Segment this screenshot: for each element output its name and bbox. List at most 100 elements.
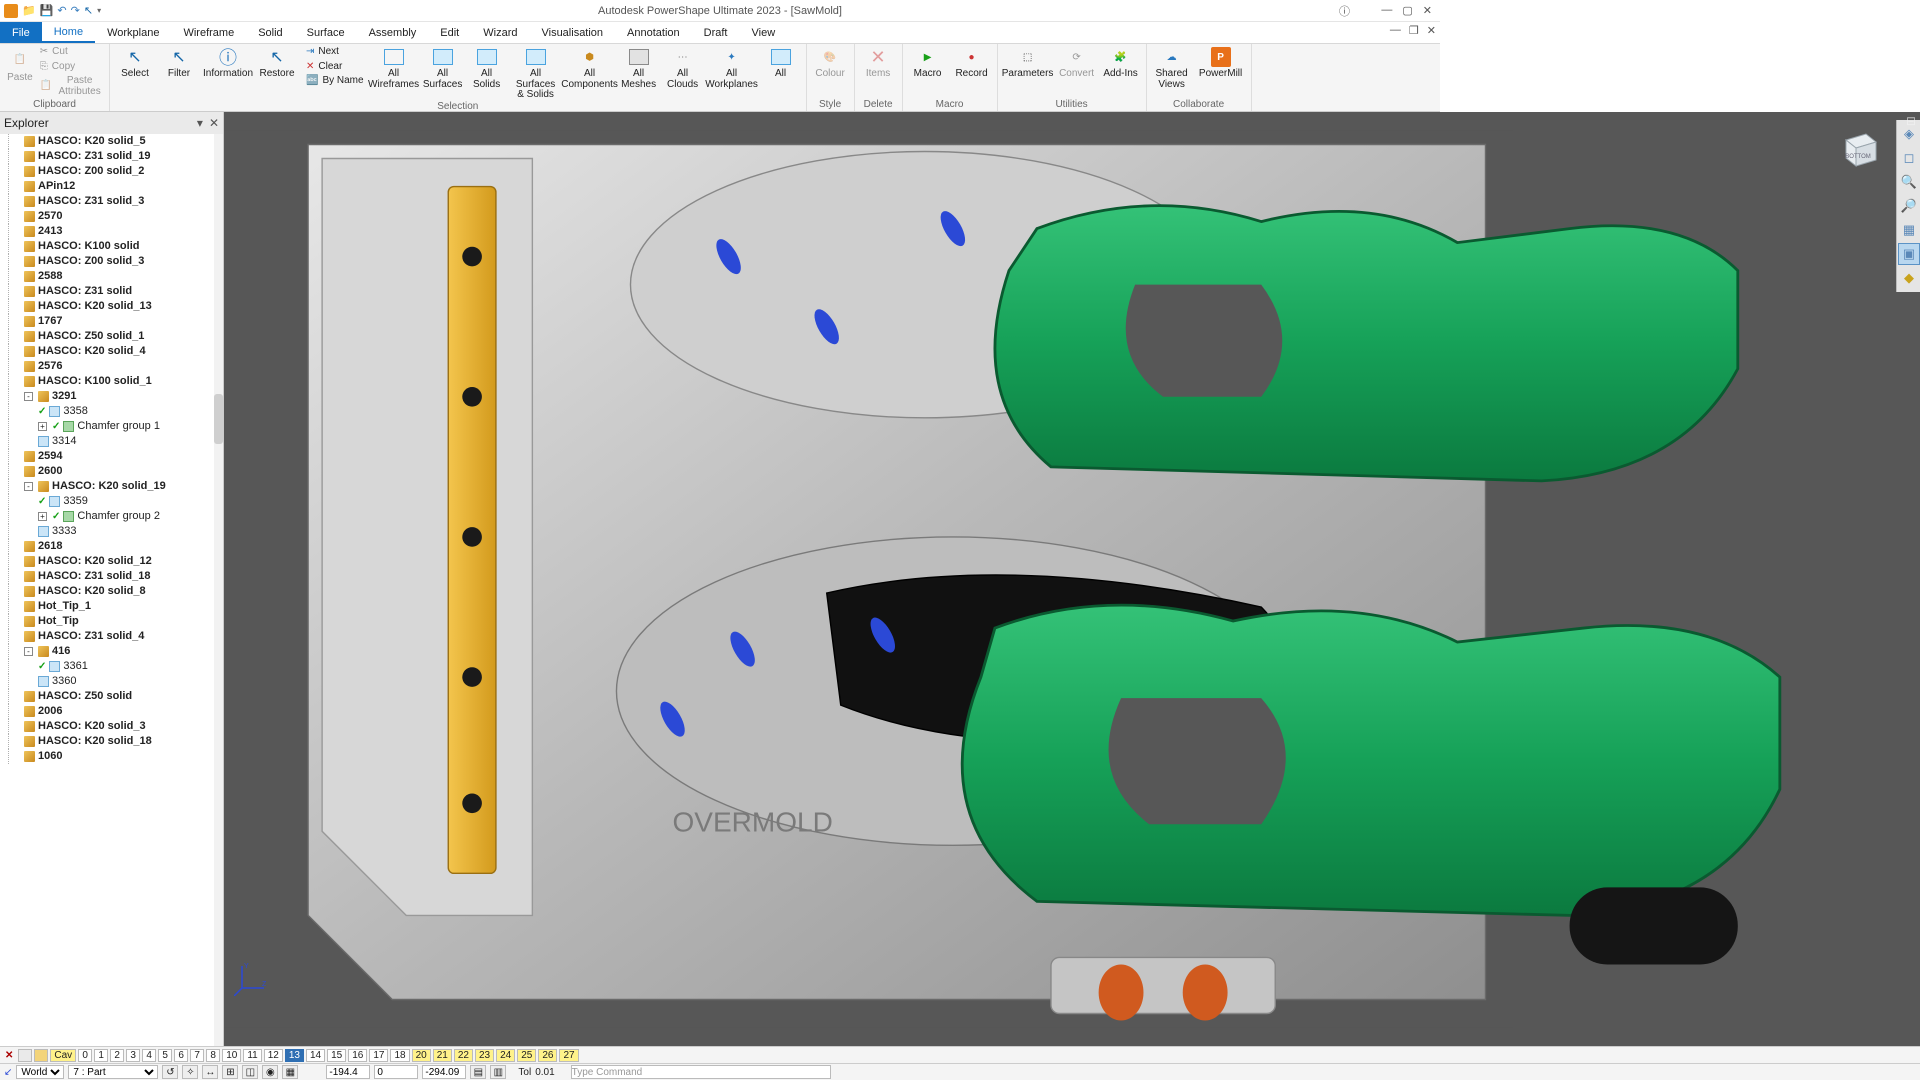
layer-11[interactable]: 11 (243, 1049, 261, 1062)
layer-23[interactable]: 23 (475, 1049, 494, 1062)
addins-button[interactable]: 🧩Add-Ins (1102, 46, 1140, 80)
layer-6[interactable]: 6 (174, 1049, 188, 1062)
scrollbar-track[interactable] (214, 134, 223, 1046)
sb-btn5[interactable]: ◫ (242, 1065, 258, 1079)
tree-item[interactable]: 2576 (24, 359, 213, 374)
coord-y-input[interactable] (374, 1065, 418, 1079)
tree-item[interactable]: HASCO: Z31 solid_3 (24, 194, 213, 209)
all-components-button[interactable]: ⬢All Components (566, 46, 614, 90)
tree-item[interactable]: -HASCO: K20 solid_19 (24, 479, 213, 494)
tab-wireframe[interactable]: Wireframe (171, 22, 246, 43)
all-meshes-button[interactable]: All Meshes (620, 46, 658, 90)
restore-button[interactable]: ↖Restore (258, 46, 296, 80)
copy-button[interactable]: ⎘Copy (40, 61, 103, 74)
tree-item[interactable]: HASCO: K100 solid (24, 239, 213, 254)
tree-item[interactable]: 2413 (24, 224, 213, 239)
tree-item[interactable]: HASCO: K20 solid_8 (24, 584, 213, 599)
layer-22[interactable]: 22 (454, 1049, 473, 1062)
all-surf-solids-button[interactable]: All Surfaces & Solids (512, 46, 560, 101)
paste-attributes-button[interactable]: 📋Paste Attributes (40, 75, 103, 98)
tab-home[interactable]: Home (42, 22, 95, 43)
principal-select[interactable]: 7 : Part (68, 1065, 158, 1079)
layer-16[interactable]: 16 (348, 1049, 367, 1062)
panel-close-icon[interactable]: ✕ (209, 116, 219, 130)
all-workplanes-button[interactable]: ✦All Workplanes (708, 46, 756, 90)
viewcube[interactable]: BOTTOM (1836, 126, 1880, 170)
select-button[interactable]: ↖Select (116, 46, 154, 80)
tree-item[interactable]: -3291 (24, 389, 213, 404)
next-button[interactable]: ⇥Next (306, 46, 364, 59)
tab-wizard[interactable]: Wizard (471, 22, 529, 43)
qat-dropdown-icon[interactable]: ▾ (97, 6, 101, 15)
viewport-3d[interactable]: ⊟ (224, 112, 1920, 1046)
layer-7[interactable]: 7 (190, 1049, 204, 1062)
filter-button[interactable]: ↖Filter (160, 46, 198, 80)
clear-button[interactable]: ✕Clear (306, 61, 364, 74)
expand-icon[interactable]: + (38, 512, 47, 521)
tree-item[interactable]: +✓Chamfer group 2 (38, 509, 213, 524)
close-button[interactable]: ✕ (1423, 4, 1432, 17)
tree-item[interactable]: HASCO: K20 solid_5 (24, 134, 213, 149)
layer-12[interactable]: 12 (264, 1049, 283, 1062)
tree-item[interactable]: 1767 (24, 314, 213, 329)
tree-item[interactable]: -416 (24, 644, 213, 659)
layer-15[interactable]: 15 (327, 1049, 346, 1062)
collapse-icon[interactable]: - (24, 482, 33, 491)
tree-item[interactable]: HASCO: Z31 solid (24, 284, 213, 299)
all-solids-button[interactable]: All Solids (468, 46, 506, 90)
sb-btn2[interactable]: ✧ (182, 1065, 198, 1079)
sb-snap-icon[interactable]: ◉ (262, 1065, 278, 1079)
layer-24[interactable]: 24 (496, 1049, 515, 1062)
layer-13[interactable]: 13 (285, 1049, 304, 1062)
tree-item[interactable]: HASCO: K20 solid_3 (24, 719, 213, 734)
qat-save-icon[interactable]: 💾 (40, 4, 54, 17)
sb-btn3[interactable]: ↔ (202, 1065, 218, 1079)
wireframe-mode-icon[interactable]: ▦ (1899, 220, 1919, 240)
scrollbar-thumb[interactable] (214, 394, 223, 444)
layer-10[interactable]: 10 (222, 1049, 241, 1062)
tree-item[interactable]: 2618 (24, 539, 213, 554)
layer-3[interactable]: 3 (126, 1049, 140, 1062)
command-input[interactable] (571, 1065, 831, 1079)
tree-item[interactable]: 3314 (38, 434, 213, 449)
view-cube-icon[interactable]: ◻ (1899, 148, 1919, 168)
shaded-mode-icon[interactable]: ▣ (1899, 244, 1919, 264)
sb-btn1[interactable]: ↺ (162, 1065, 178, 1079)
powermill-button[interactable]: PPowerMill (1197, 46, 1245, 80)
layer-1[interactable]: 1 (94, 1049, 108, 1062)
layer-2[interactable]: 2 (110, 1049, 124, 1062)
mdi-close-icon[interactable]: ✕ (1427, 24, 1436, 37)
tree-item[interactable]: HASCO: Z31 solid_18 (24, 569, 213, 584)
paste-button[interactable]: 📋Paste (6, 46, 34, 84)
layer-close-icon[interactable]: ✕ (2, 1050, 16, 1061)
tree-item[interactable]: HASCO: K20 solid_12 (24, 554, 213, 569)
tree-item[interactable]: 2594 (24, 449, 213, 464)
tree-item[interactable]: 2006 (24, 704, 213, 719)
colour-button[interactable]: 🎨Colour (813, 46, 848, 80)
tree-item[interactable]: ✓3358 (38, 404, 213, 419)
by-name-button[interactable]: 🔤By Name (306, 75, 364, 88)
layer-20[interactable]: 20 (412, 1049, 431, 1062)
layer-18[interactable]: 18 (390, 1049, 409, 1062)
coord-x-input[interactable] (326, 1065, 370, 1079)
layer-8[interactable]: 8 (206, 1049, 220, 1062)
mdi-restore-icon[interactable]: ❐ (1409, 24, 1419, 37)
zoom-icon[interactable]: 🔎 (1899, 196, 1919, 216)
tree-item[interactable]: HASCO: K20 solid_4 (24, 344, 213, 359)
tab-edit[interactable]: Edit (428, 22, 471, 43)
tab-assembly[interactable]: Assembly (357, 22, 429, 43)
information-button[interactable]: ⓘInformation (204, 46, 252, 80)
layer-tool1-icon[interactable] (18, 1049, 32, 1062)
tree-item[interactable]: HASCO: Z50 solid_1 (24, 329, 213, 344)
layer-17[interactable]: 17 (369, 1049, 388, 1062)
qat-redo-icon[interactable]: ↷ (71, 4, 80, 17)
tree-item[interactable]: HASCO: Z31 solid_4 (24, 629, 213, 644)
layer-26[interactable]: 26 (538, 1049, 557, 1062)
layer-21[interactable]: 21 (433, 1049, 452, 1062)
qat-undo-icon[interactable]: ↶ (57, 4, 66, 17)
tree-item[interactable]: 3333 (38, 524, 213, 539)
layer-27[interactable]: 27 (559, 1049, 578, 1062)
tab-draft[interactable]: Draft (692, 22, 740, 43)
layer-tool2-icon[interactable] (34, 1049, 48, 1062)
tree-item[interactable]: Hot_Tip_1 (24, 599, 213, 614)
